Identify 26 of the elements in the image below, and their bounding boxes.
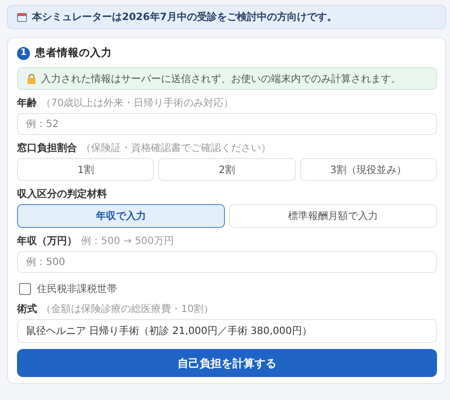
calendar-icon bbox=[17, 12, 27, 22]
ratio-option[interactable]: 3割（現役並み） bbox=[300, 158, 437, 181]
field-label: 年収（万円） bbox=[17, 234, 77, 248]
field-label: 術式 bbox=[17, 302, 37, 316]
income-basis-option[interactable]: 年収で入力 bbox=[17, 204, 225, 228]
field-hint: （金額は保険診療の総医療費・10割） bbox=[41, 302, 214, 316]
calculate-button[interactable]: 自己負担を計算する bbox=[17, 349, 437, 377]
field-hint: 例：500 → 500万円 bbox=[81, 235, 174, 248]
income-field[interactable]: 例：500 bbox=[17, 251, 437, 273]
lock-icon bbox=[27, 74, 36, 84]
age-field[interactable]: 例：52 bbox=[17, 113, 437, 135]
step-number: 1 bbox=[17, 46, 30, 60]
section-title: 患者情報の入力 bbox=[35, 46, 112, 60]
field-hint: （70歳以上は外来・日帰り手術のみ対応） bbox=[41, 96, 234, 110]
field-label: 年齢 bbox=[17, 96, 37, 110]
field-hint: （保険証・資格確認書でご確認ください） bbox=[81, 142, 271, 155]
banner-text: 本シミュレーターは2026年7月中の受診をご検討中の方向けです。 bbox=[32, 10, 337, 24]
field-label: 収入区分の判定材料 bbox=[17, 187, 107, 201]
checkbox[interactable] bbox=[19, 283, 31, 295]
notice-text: 入力された情報はサーバーに送信されず、お使いの端末内でのみ計算されます。 bbox=[41, 72, 401, 86]
ratio-option[interactable]: 2割 bbox=[158, 158, 296, 181]
procedure-select[interactable]: 鼠径ヘルニア 日帰り手術（初診 21,000円／手術 380,000円） bbox=[17, 319, 437, 343]
field-label: 窓口負担割合 bbox=[17, 142, 77, 155]
checkbox-label: 住民税非課税世帯 bbox=[37, 282, 117, 296]
ratio-option[interactable]: 1割 bbox=[17, 158, 154, 181]
income-basis-option[interactable]: 標準報酬月額で入力 bbox=[229, 204, 437, 228]
